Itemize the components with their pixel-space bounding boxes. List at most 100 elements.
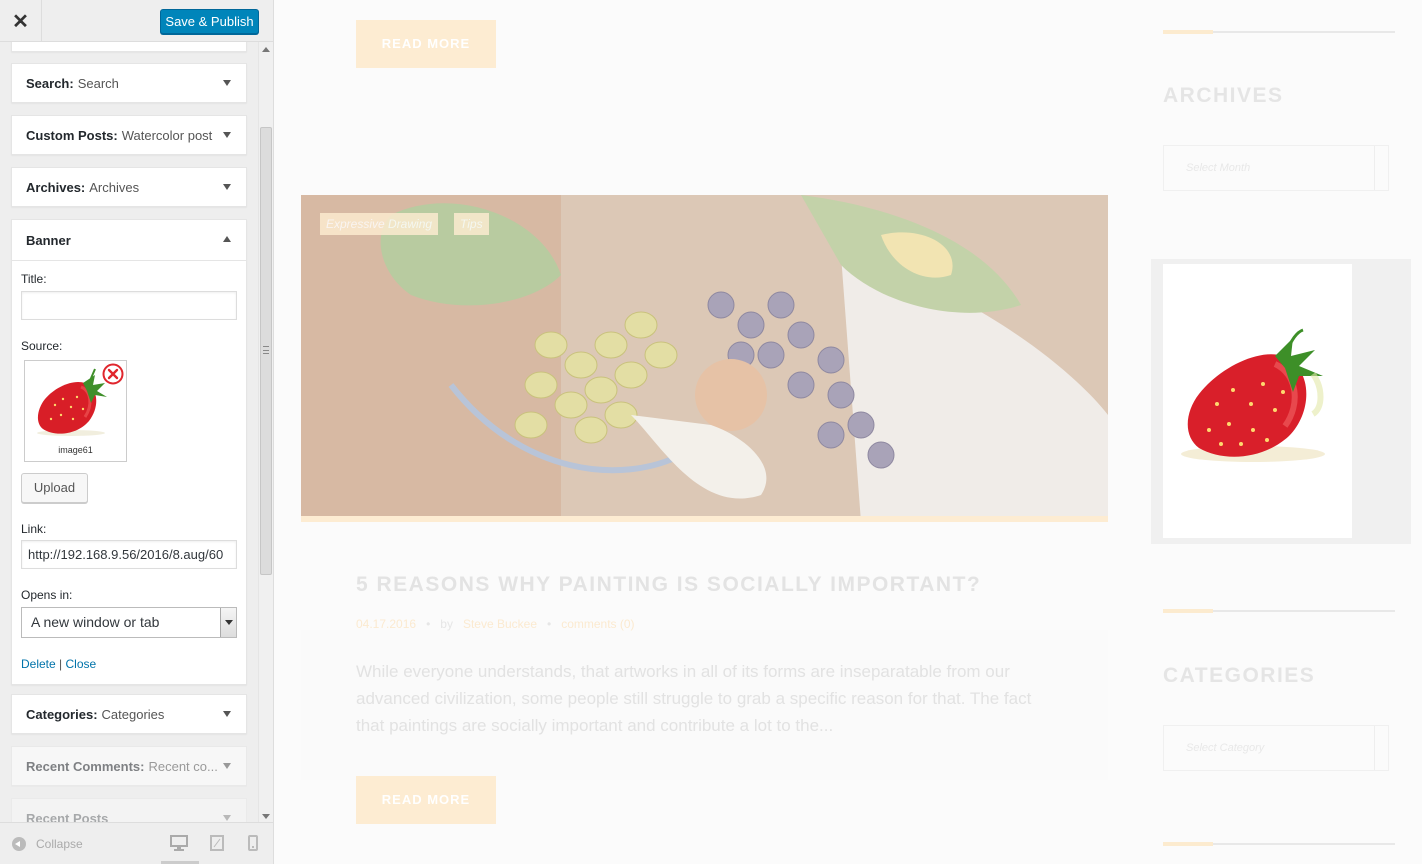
mobile-preview-icon[interactable]	[248, 835, 258, 851]
chevron-down-icon[interactable]	[223, 184, 231, 190]
link-label: Link:	[21, 522, 47, 536]
widget-archives-subtitle: Archives	[89, 179, 140, 195]
opens-in-select[interactable]: A new window or tab	[21, 607, 237, 638]
banner-image[interactable]	[1163, 264, 1352, 538]
save-publish-button[interactable]: Save & Publish	[160, 9, 259, 34]
chevron-up-icon[interactable]	[223, 236, 231, 242]
post-comments[interactable]: comments (0)	[561, 617, 634, 631]
widget-banner-form: Title: Source: image61 Upload Link: http…	[12, 260, 246, 684]
widget-divider	[1163, 30, 1395, 34]
dropdown-arrow-icon[interactable]	[220, 608, 236, 637]
collapse-button[interactable]: Collapse	[12, 837, 83, 851]
widget-custom-posts-subtitle: Watercolor post	[121, 127, 213, 143]
widget-recent-comments-subtitle: Recent co...	[148, 758, 218, 774]
desktop-preview-icon[interactable]	[170, 835, 188, 851]
widget-archives-title: Archives:	[26, 179, 86, 195]
scroll-up-icon[interactable]	[262, 47, 270, 52]
scrollbar-thumb[interactable]	[260, 127, 272, 575]
archives-select-placeholder: Select Month	[1186, 162, 1251, 174]
divider-accent	[1163, 609, 1213, 613]
widget-custom-posts-header[interactable]: Custom Posts: Watercolor post	[12, 116, 246, 154]
widget-categories[interactable]: Categories: Categories	[11, 694, 247, 734]
post-tag-expressive-drawing[interactable]: Expressive Drawing	[320, 213, 439, 235]
categories-widget-title: CATEGORIES	[1163, 664, 1316, 687]
strawberry-banner-image	[1181, 328, 1325, 462]
chevron-down-icon[interactable]	[223, 132, 231, 138]
widget-archives-header[interactable]: Archives: Archives	[12, 168, 246, 206]
post-tag-tips[interactable]: Tips	[454, 213, 489, 235]
widget-categories-header[interactable]: Categories: Categories	[12, 695, 246, 733]
chevron-down-icon[interactable]	[223, 80, 231, 86]
delete-link[interactable]: Delete	[21, 657, 56, 671]
image-caption: image61	[58, 445, 93, 455]
widget-custom-posts-title: Custom Posts:	[26, 127, 118, 143]
categories-select[interactable]: Select Category	[1163, 725, 1389, 771]
divider-accent	[1163, 842, 1213, 846]
upload-button[interactable]: Upload	[21, 473, 88, 503]
opens-in-label: Opens in:	[21, 588, 73, 602]
meta-dot-icon: •	[547, 617, 552, 631]
read-more-button[interactable]: READ MORE	[356, 20, 496, 68]
post-featured-image[interactable]	[301, 195, 1108, 522]
archives-select[interactable]: Select Month	[1163, 145, 1389, 191]
scroll-down-icon[interactable]	[262, 814, 270, 819]
widget-banner: Banner Title: Source: image61 Upload Lin…	[11, 219, 247, 685]
chevron-down-icon[interactable]	[223, 815, 231, 821]
post-title[interactable]: 5 REASONS WHY PAINTING IS SOCIALLY IMPOR…	[356, 573, 981, 597]
read-more-button[interactable]: READ MORE	[356, 776, 496, 824]
title-input[interactable]	[21, 291, 237, 320]
title-label: Title:	[21, 272, 47, 286]
post-excerpt: While everyone understands, that artwork…	[356, 662, 1032, 735]
chevron-down-icon[interactable]	[223, 763, 231, 769]
customizer-page: ✕ Save & Publish Search: Search Custom P…	[0, 0, 1422, 864]
widget-recent-comments-header[interactable]: Recent Comments: Recent co...	[12, 747, 246, 785]
widget-divider	[1163, 842, 1395, 846]
customizer-sidebar: ✕ Save & Publish Search: Search Custom P…	[0, 0, 274, 864]
close-customizer-button[interactable]: ✕	[0, 0, 42, 42]
dropdown-arrow-icon[interactable]	[1374, 146, 1388, 190]
widget-search[interactable]: Search: Search	[11, 63, 247, 103]
widget-search-subtitle: Search	[77, 75, 119, 91]
archives-widget-title: ARCHIVES	[1163, 84, 1284, 107]
widget-recent-comments-title: Recent Comments:	[26, 758, 145, 774]
widget-custom-posts[interactable]: Custom Posts: Watercolor post	[11, 115, 247, 155]
dropdown-arrow-icon[interactable]	[1374, 726, 1388, 770]
opens-in-value: A new window or tab	[31, 614, 160, 630]
widget-actions: Delete | Close	[21, 657, 96, 671]
source-image-thumbnail[interactable]: image61	[24, 360, 127, 462]
widget-banner-header[interactable]: Banner	[12, 220, 246, 260]
post-by-label: by	[440, 617, 453, 631]
divider-accent	[1163, 30, 1213, 34]
sidebar-header: ✕ Save & Publish	[0, 0, 273, 42]
post-meta: 04.17.2016 • by Steve Buckee • comments …	[356, 617, 635, 631]
widget-recent-comments[interactable]: Recent Comments: Recent co...	[11, 746, 247, 786]
actions-separator: |	[59, 657, 63, 671]
widget-search-title: Search:	[26, 75, 74, 91]
featured-image-accent-bar	[301, 516, 1108, 522]
grip-icon	[263, 346, 269, 354]
source-label: Source:	[21, 339, 63, 353]
close-link[interactable]: Close	[66, 657, 97, 671]
tablet-preview-icon[interactable]	[210, 835, 224, 851]
meta-dot-icon: •	[426, 617, 431, 631]
collapse-icon	[12, 837, 26, 851]
banner-widget-preview	[1151, 259, 1411, 544]
post-date: 04.17.2016	[356, 617, 417, 631]
fruit-bowl-painting-image	[301, 195, 1108, 522]
widget-banner-title: Banner	[26, 232, 71, 248]
post-author[interactable]: Steve Buckee	[463, 617, 537, 631]
widget-categories-subtitle: Categories	[101, 706, 165, 722]
sidebar-footer: Collapse	[0, 822, 273, 864]
widget-archives[interactable]: Archives: Archives	[11, 167, 247, 207]
categories-select-placeholder: Select Category	[1186, 742, 1265, 754]
link-input[interactable]	[21, 540, 237, 569]
site-preview: READ MORE Expressive Drawing Tips 5 REAS…	[274, 0, 1422, 864]
widget-divider	[1163, 609, 1395, 613]
sidebar-scrollbar[interactable]	[258, 42, 273, 822]
collapse-label: Collapse	[36, 837, 83, 851]
remove-image-icon[interactable]	[102, 363, 124, 385]
chevron-down-icon[interactable]	[223, 711, 231, 717]
widget-search-header[interactable]: Search: Search	[12, 64, 246, 102]
close-icon[interactable]: ✕	[12, 9, 29, 34]
widget-categories-title: Categories:	[26, 706, 98, 722]
